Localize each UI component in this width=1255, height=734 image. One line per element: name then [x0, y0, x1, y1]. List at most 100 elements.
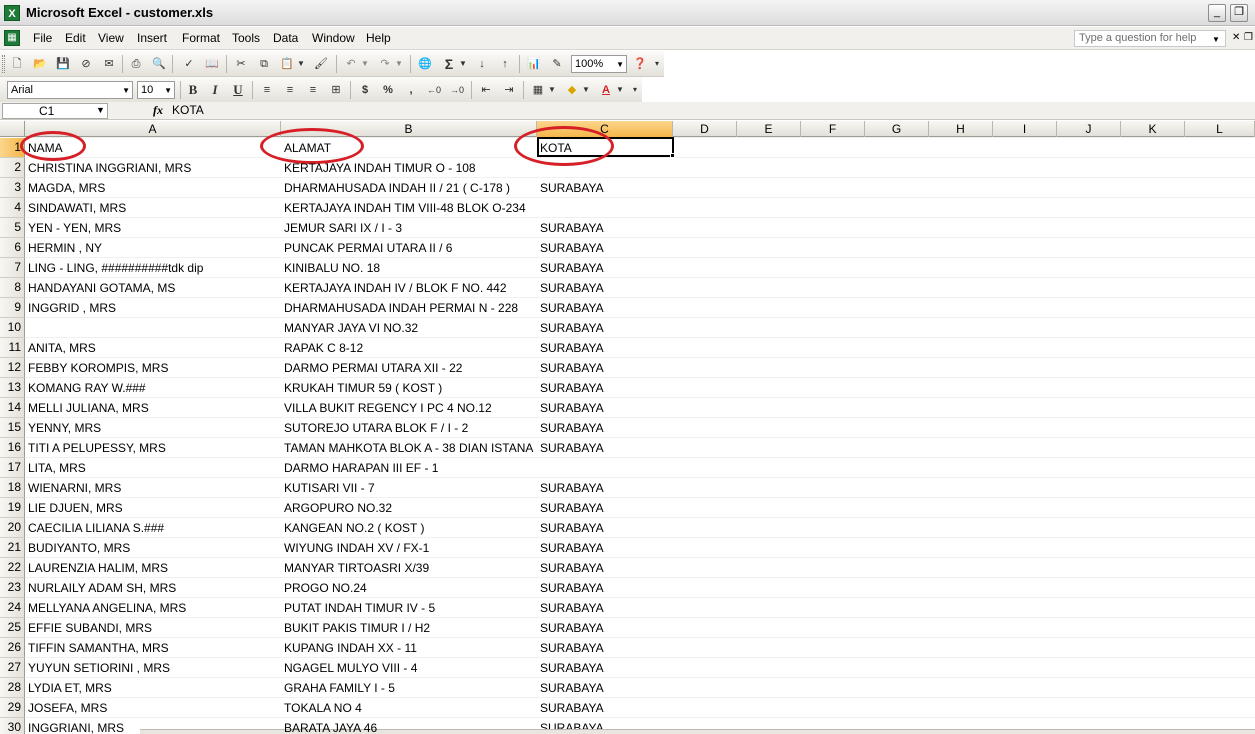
chevron-down-icon[interactable]: ▼ — [122, 83, 130, 99]
cell-c12[interactable]: SURABAYA — [540, 358, 670, 378]
row-header[interactable]: 6 — [0, 238, 25, 258]
cell-b16[interactable]: TAMAN MAHKOTA BLOK A - 38 DIAN ISTANA — [284, 438, 537, 458]
row-header[interactable]: 7 — [0, 258, 25, 278]
cell-c15[interactable]: SURABAYA — [540, 418, 670, 438]
menu-window[interactable]: Window — [312, 31, 355, 45]
chevron-down-icon[interactable]: ▼ — [96, 105, 105, 115]
menu-tools[interactable]: Tools — [232, 31, 260, 45]
chevron-down-icon[interactable]: ▼ — [394, 55, 404, 73]
row-header[interactable]: 27 — [0, 658, 25, 678]
restore-workbook-icon[interactable]: ❐ — [1244, 32, 1253, 43]
align-left-icon[interactable]: ≡ — [258, 81, 276, 99]
font-color-icon[interactable]: A — [597, 81, 615, 99]
borders-icon[interactable]: ▦ — [529, 81, 547, 99]
worksheet-grid[interactable]: ABCDEFGHIJKL 1 NAMA ALAMAT KOTA 2 CHRISTINA I… — [0, 121, 1255, 734]
hyperlink-icon[interactable]: 🌐 — [416, 55, 434, 73]
new-icon[interactable]: 🗋 — [8, 55, 26, 73]
column-header-e[interactable]: E — [737, 121, 801, 137]
formula-input[interactable]: KOTA — [172, 103, 204, 117]
cell-b13[interactable]: KRUKAH TIMUR 59 ( KOST ) — [284, 378, 537, 398]
cell-a18[interactable]: WIENARNI, MRS — [28, 478, 281, 498]
cell-c14[interactable]: SURABAYA — [540, 398, 670, 418]
cell-b28[interactable]: GRAHA FAMILY I - 5 — [284, 678, 537, 698]
chevron-down-icon[interactable]: ▼ — [458, 55, 468, 73]
zoom-select[interactable]: 100% ▼ — [571, 55, 627, 73]
row-header[interactable]: 20 — [0, 518, 25, 538]
row-header[interactable]: 9 — [0, 298, 25, 318]
excel-icon[interactable]: X — [4, 5, 20, 21]
cell-b24[interactable]: PUTAT INDAH TIMUR IV - 5 — [284, 598, 537, 618]
cell-c16[interactable]: SURABAYA — [540, 438, 670, 458]
cell-c10[interactable]: SURABAYA — [540, 318, 670, 338]
cell-b20[interactable]: KANGEAN NO.2 ( KOST ) — [284, 518, 537, 538]
cell-b21[interactable]: WIYUNG INDAH XV / FX-1 — [284, 538, 537, 558]
row-header[interactable]: 3 — [0, 178, 25, 198]
cell-a9[interactable]: INGGRID , MRS — [28, 298, 281, 318]
row-header[interactable]: 22 — [0, 558, 25, 578]
chevron-down-icon[interactable]: ▼ — [616, 57, 624, 73]
email-icon[interactable]: ✉ — [100, 55, 118, 73]
row-header[interactable]: 29 — [0, 698, 25, 718]
spelling-icon[interactable]: ✓ — [180, 55, 198, 73]
row-header[interactable]: 21 — [0, 538, 25, 558]
cell-b11[interactable]: RAPAK C 8-12 — [284, 338, 537, 358]
decrease-decimal-icon[interactable]: →0 — [448, 81, 466, 99]
cell-b18[interactable]: KUTISARI VII - 7 — [284, 478, 537, 498]
cell-b1[interactable]: ALAMAT — [284, 138, 537, 158]
cell-c7[interactable]: SURABAYA — [540, 258, 670, 278]
toolbar-options-icon[interactable]: ▾ — [630, 81, 640, 99]
menu-file[interactable]: File — [33, 31, 52, 45]
cell-b27[interactable]: NGAGEL MULYO VIII - 4 — [284, 658, 537, 678]
cell-c13[interactable]: SURABAYA — [540, 378, 670, 398]
row-header[interactable]: 8 — [0, 278, 25, 298]
row-header[interactable]: 24 — [0, 598, 25, 618]
cell-a3[interactable]: MAGDA, MRS — [28, 178, 281, 198]
menu-insert[interactable]: Insert — [137, 31, 167, 45]
percent-button[interactable]: % — [379, 81, 397, 99]
cell-c4[interactable] — [540, 198, 670, 218]
column-header-k[interactable]: K — [1121, 121, 1185, 137]
cell-a26[interactable]: TIFFIN SAMANTHA, MRS — [28, 638, 281, 658]
cell-b3[interactable]: DHARMAHUSADA INDAH II / 21 ( C-178 ) — [284, 178, 537, 198]
cell-c29[interactable]: SURABAYA — [540, 698, 670, 718]
chart-icon[interactable]: 📊 — [525, 55, 543, 73]
align-center-icon[interactable]: ≡ — [281, 81, 299, 99]
row-header[interactable]: 17 — [0, 458, 25, 478]
research-icon[interactable]: 📖 — [203, 55, 221, 73]
cell-a14[interactable]: MELLI JULIANA, MRS — [28, 398, 281, 418]
name-box[interactable]: C1 — [2, 103, 108, 119]
cell-a29[interactable]: JOSEFA, MRS — [28, 698, 281, 718]
format-painter-icon[interactable]: 🖌 — [312, 55, 330, 73]
row-header[interactable]: 5 — [0, 218, 25, 238]
menu-edit[interactable]: Edit — [65, 31, 86, 45]
sort-ascending-icon[interactable]: ↓ — [473, 55, 491, 73]
row-header[interactable]: 25 — [0, 618, 25, 638]
increase-decimal-icon[interactable]: ←0 — [425, 81, 443, 99]
cell-a10[interactable] — [28, 318, 281, 338]
row-header[interactable]: 16 — [0, 438, 25, 458]
font-size-select[interactable]: 10 ▼ — [137, 81, 175, 99]
row-header[interactable]: 23 — [0, 578, 25, 598]
cell-c6[interactable]: SURABAYA — [540, 238, 670, 258]
cell-a5[interactable]: YEN - YEN, MRS — [28, 218, 281, 238]
cell-c28[interactable]: SURABAYA — [540, 678, 670, 698]
row-header[interactable]: 18 — [0, 478, 25, 498]
column-header-d[interactable]: D — [673, 121, 737, 137]
cell-c9[interactable]: SURABAYA — [540, 298, 670, 318]
row-header[interactable]: 2 — [0, 158, 25, 178]
cell-b10[interactable]: MANYAR JAYA VI NO.32 — [284, 318, 537, 338]
cell-c26[interactable]: SURABAYA — [540, 638, 670, 658]
help-icon[interactable]: ❓ — [631, 55, 649, 73]
cell-b23[interactable]: PROGO NO.24 — [284, 578, 537, 598]
chevron-down-icon[interactable]: ▼ — [547, 81, 557, 99]
cut-icon[interactable]: ✂ — [232, 55, 250, 73]
row-header[interactable]: 12 — [0, 358, 25, 378]
cell-a16[interactable]: TITI A PELUPESSY, MRS — [28, 438, 281, 458]
undo-icon[interactable]: ↶ — [342, 55, 360, 73]
menu-format[interactable]: Format — [182, 31, 220, 45]
comma-button[interactable]: , — [402, 81, 420, 99]
cell-c18[interactable]: SURABAYA — [540, 478, 670, 498]
cell-c8[interactable]: SURABAYA — [540, 278, 670, 298]
cell-b30[interactable]: BARATA JAYA 46 — [284, 718, 537, 734]
cell-a23[interactable]: NURLAILY ADAM SH, MRS — [28, 578, 281, 598]
